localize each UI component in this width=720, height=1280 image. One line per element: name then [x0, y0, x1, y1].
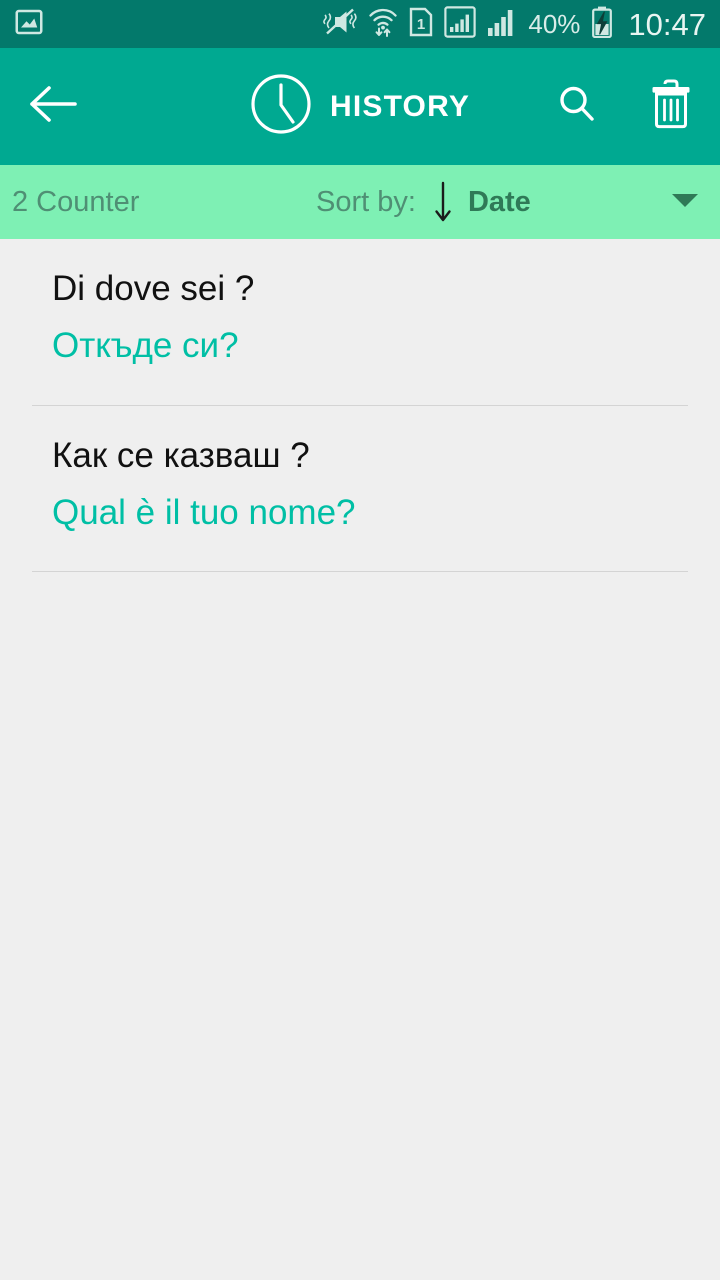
- status-bar-left: [14, 7, 44, 42]
- sort-control[interactable]: Sort by: Date: [316, 165, 531, 239]
- app-bar: HISTORY: [0, 48, 720, 165]
- battery-percent-label: 40%: [528, 9, 581, 39]
- search-icon: [555, 82, 599, 131]
- search-button[interactable]: [550, 80, 604, 134]
- image-frame-icon: [14, 7, 44, 42]
- mute-vibrate-icon: [323, 7, 358, 42]
- history-list-item[interactable]: Di dove sei ? Откъде си?: [0, 239, 720, 381]
- history-source-text: Di dove sei ?: [52, 269, 255, 308]
- history-list-item[interactable]: Как се казваш ? Qual è il tuo nome?: [0, 406, 720, 548]
- status-bar: 1 40% 10:47: [0, 0, 720, 48]
- arrow-left-icon: [29, 85, 79, 128]
- sim-one-icon: 1: [409, 7, 433, 42]
- clock-icon: [250, 73, 312, 140]
- history-target-text: Qual è il tuo nome?: [52, 492, 356, 532]
- counter-label: 2 Counter: [12, 185, 140, 218]
- status-bar-right: 1 40% 10:47: [323, 5, 706, 43]
- sort-bar: 2 Counter Sort by: Date: [0, 165, 720, 239]
- status-bar-clock: 10:47: [628, 6, 706, 42]
- arrow-down-icon[interactable]: [432, 180, 454, 224]
- svg-text:1: 1: [417, 16, 425, 33]
- page-title: HISTORY: [329, 89, 471, 123]
- app-screen: 1 40% 10:47 HISTORY 2 Counter Sort by: D…: [0, 0, 720, 1280]
- signal-boxed-icon: [444, 5, 477, 43]
- sort-dropdown-button[interactable]: [670, 165, 700, 239]
- caret-down-icon: [670, 190, 700, 215]
- history-target-text: Откъде си?: [52, 326, 239, 366]
- wifi-transfer-icon: [368, 6, 398, 43]
- app-bar-actions: [550, 48, 698, 165]
- list-divider: [32, 571, 688, 572]
- sort-value-label: Date: [467, 185, 531, 218]
- trash-icon: [649, 79, 693, 134]
- delete-all-button[interactable]: [644, 79, 698, 134]
- signal-bars-icon: [487, 6, 517, 43]
- history-list: Di dove sei ? Откъде си? Как се казваш ?…: [0, 239, 720, 572]
- battery-charging-icon: [591, 6, 613, 43]
- history-source-text: Как се казваш ?: [52, 435, 310, 475]
- sort-by-label: Sort by:: [316, 185, 416, 218]
- back-button[interactable]: [26, 79, 82, 135]
